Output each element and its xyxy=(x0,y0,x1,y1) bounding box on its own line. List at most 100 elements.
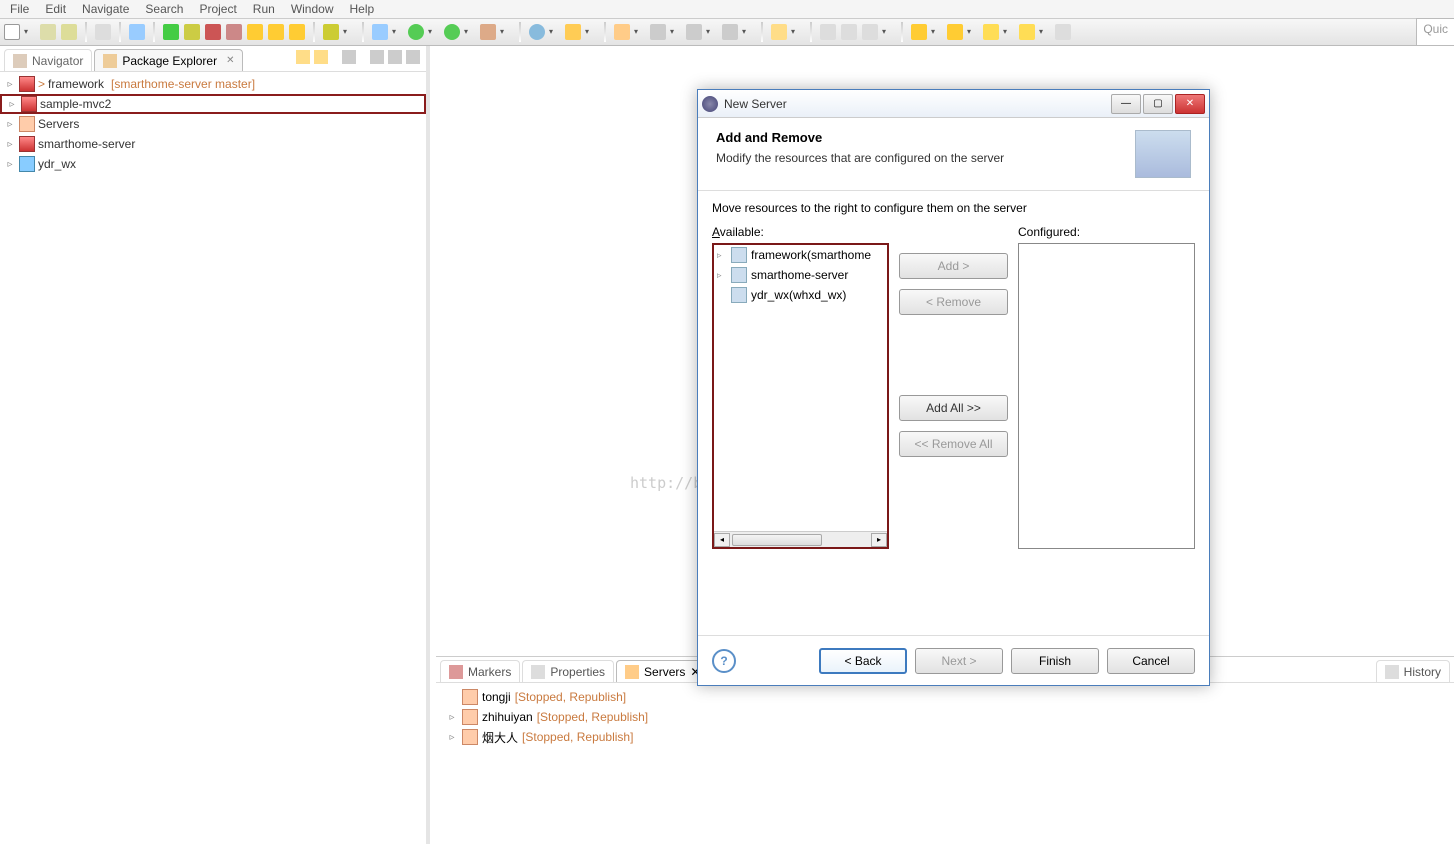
newmisc-button[interactable] xyxy=(722,24,738,40)
server-row[interactable]: ▹ 烟大人 [Stopped, Republish] xyxy=(446,727,1444,747)
newpackage-button[interactable] xyxy=(480,24,496,40)
debug-button[interactable] xyxy=(372,24,388,40)
minimize-button[interactable]: — xyxy=(1111,94,1141,114)
list-item[interactable]: ▹ smarthome-server xyxy=(714,265,887,285)
servers-tab[interactable]: Servers ✕ xyxy=(616,660,709,682)
scroll-thumb[interactable] xyxy=(732,534,822,546)
expand-icon[interactable]: ▹ xyxy=(4,78,16,90)
navigate-next-button[interactable] xyxy=(947,24,963,40)
menu-help[interactable]: Help xyxy=(350,2,375,16)
remove-button[interactable]: < Remove xyxy=(899,289,1008,315)
stepover-button[interactable] xyxy=(268,24,284,40)
new-button[interactable] xyxy=(4,24,20,40)
expand-icon[interactable] xyxy=(446,691,458,703)
expand-icon[interactable]: ▹ xyxy=(4,138,16,150)
horizontal-scrollbar[interactable]: ◂ ▸ xyxy=(714,531,887,547)
link-editor-icon[interactable] xyxy=(314,50,328,64)
minimize-icon[interactable] xyxy=(388,50,402,64)
remove-all-button[interactable]: << Remove All xyxy=(899,431,1008,457)
markers-icon xyxy=(449,665,463,679)
pin-button[interactable] xyxy=(1055,24,1071,40)
navigate-prev-button[interactable] xyxy=(911,24,927,40)
focus-task-icon[interactable] xyxy=(342,50,356,64)
back-button[interactable] xyxy=(983,24,999,40)
showwhitespace-button[interactable] xyxy=(862,24,878,40)
properties-tab[interactable]: Properties xyxy=(522,660,614,682)
newwizard-button[interactable] xyxy=(650,24,666,40)
next-button[interactable]: Next > xyxy=(915,648,1003,674)
web-button[interactable] xyxy=(529,24,545,40)
list-item[interactable]: ydr_wx(whxd_wx) xyxy=(714,285,887,305)
dialog-titlebar[interactable]: New Server — ▢ ✕ xyxy=(698,90,1209,118)
toggle-breadcrumb-button[interactable] xyxy=(95,24,111,40)
maximize-button[interactable]: ▢ xyxy=(1143,94,1173,114)
search-button[interactable] xyxy=(771,24,787,40)
dialog-instruction: Move resources to the right to configure… xyxy=(712,201,1195,215)
project-tree[interactable]: ▹ > framework [smarthome-server master] … xyxy=(0,72,426,844)
scroll-right-icon[interactable]: ▸ xyxy=(871,533,887,547)
project-row[interactable]: ▹ ydr_wx xyxy=(0,154,426,174)
run-button[interactable] xyxy=(408,24,424,40)
scroll-left-icon[interactable]: ◂ xyxy=(714,533,730,547)
stepinto-button[interactable] xyxy=(247,24,263,40)
markers-tab[interactable]: Markers xyxy=(440,660,520,682)
menu-edit[interactable]: Edit xyxy=(45,2,66,16)
server-row[interactable]: ▹ zhihuiyan [Stopped, Republish] xyxy=(446,707,1444,727)
close-button[interactable]: ✕ xyxy=(1175,94,1205,114)
run-external-button[interactable] xyxy=(444,24,460,40)
resume-button[interactable] xyxy=(163,24,179,40)
skipbp-button[interactable] xyxy=(129,24,145,40)
project-row[interactable]: ▹ > framework [smarthome-server master] xyxy=(0,74,426,94)
project-row-highlighted[interactable]: ▹ sample-mvc2 xyxy=(0,94,426,114)
expand-icon[interactable]: ▹ xyxy=(4,158,16,170)
configured-list[interactable] xyxy=(1018,243,1195,549)
expand-icon[interactable]: ▹ xyxy=(717,270,727,281)
menu-file[interactable]: File xyxy=(10,2,29,16)
navigator-tab[interactable]: Navigator xyxy=(4,49,92,71)
history-tab[interactable]: History xyxy=(1376,660,1450,682)
save-all-button[interactable] xyxy=(61,24,77,40)
add-all-button[interactable]: Add All >> xyxy=(899,395,1008,421)
expand-icon[interactable]: ▹ xyxy=(6,98,18,110)
stepreturn-button[interactable] xyxy=(289,24,305,40)
openproject-button[interactable] xyxy=(614,24,630,40)
toggle-mark-button[interactable] xyxy=(820,24,836,40)
save-button[interactable] xyxy=(40,24,56,40)
servers-tree[interactable]: tongji [Stopped, Republish] ▹ zhihuiyan … xyxy=(436,683,1454,751)
available-list[interactable]: ▹ framework(smarthome ▹ smarthome-server… xyxy=(712,243,889,549)
cancel-button[interactable]: Cancel xyxy=(1107,648,1195,674)
stop-button[interactable] xyxy=(205,24,221,40)
project-row[interactable]: ▹ Servers xyxy=(0,114,426,134)
newtype-button[interactable] xyxy=(565,24,581,40)
server-name: 烟大人 xyxy=(482,729,518,746)
server-row[interactable]: tongji [Stopped, Republish] xyxy=(446,687,1444,707)
menu-window[interactable]: Window xyxy=(291,2,334,16)
newclass-button[interactable] xyxy=(686,24,702,40)
expand-icon[interactable]: ▹ xyxy=(4,118,16,130)
package-explorer-tab[interactable]: Package Explorer ✕ xyxy=(94,49,243,71)
project-row[interactable]: ▹ smarthome-server xyxy=(0,134,426,154)
menu-run[interactable]: Run xyxy=(253,2,275,16)
view-menu-icon[interactable] xyxy=(370,50,384,64)
collapse-all-icon[interactable] xyxy=(296,50,310,64)
close-icon[interactable]: ✕ xyxy=(226,55,234,66)
help-button[interactable]: ? xyxy=(712,649,736,673)
toggle-block-button[interactable] xyxy=(841,24,857,40)
quick-access[interactable]: Quic xyxy=(1416,18,1454,46)
pause-button[interactable] xyxy=(184,24,200,40)
list-item[interactable]: ▹ framework(smarthome xyxy=(714,245,887,265)
forward-button[interactable] xyxy=(1019,24,1035,40)
dropframe-button[interactable] xyxy=(323,24,339,40)
menu-search[interactable]: Search xyxy=(145,2,183,16)
add-button[interactable]: Add > xyxy=(899,253,1008,279)
expand-icon[interactable]: ▹ xyxy=(446,711,458,723)
project-icon xyxy=(21,96,37,112)
menu-navigate[interactable]: Navigate xyxy=(82,2,129,16)
menu-project[interactable]: Project xyxy=(199,2,236,16)
back-button[interactable]: < Back xyxy=(819,648,907,674)
finish-button[interactable]: Finish xyxy=(1011,648,1099,674)
maximize-icon[interactable] xyxy=(406,50,420,64)
expand-icon[interactable]: ▹ xyxy=(446,731,458,743)
disconnect-button[interactable] xyxy=(226,24,242,40)
expand-icon[interactable]: ▹ xyxy=(717,250,727,261)
